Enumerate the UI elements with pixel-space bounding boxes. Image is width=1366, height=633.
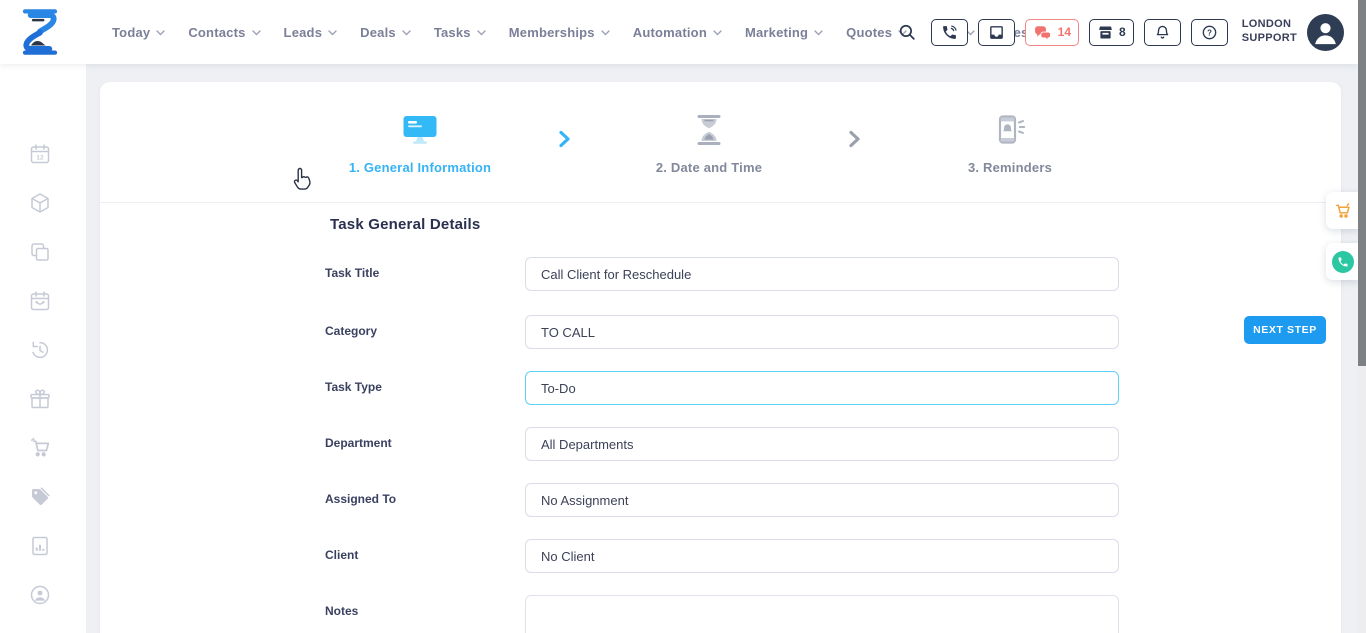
notes-label: Notes bbox=[325, 604, 510, 618]
nav-item-label: Deals bbox=[360, 25, 396, 40]
nav-item-label: Contacts bbox=[188, 25, 245, 40]
task-type-label: Task Type bbox=[325, 380, 510, 394]
calendar-icon[interactable]: 12 bbox=[28, 142, 52, 166]
chevron-right-icon bbox=[848, 130, 862, 148]
phone-icon bbox=[1337, 256, 1349, 268]
green-phone-badge bbox=[1332, 251, 1354, 273]
nav-item-label: Marketing bbox=[745, 25, 808, 40]
wizard-step-label: 2. Date and Time bbox=[599, 160, 819, 175]
nav-item-label: Leads bbox=[284, 25, 323, 40]
notifications-button[interactable] bbox=[1144, 19, 1181, 46]
next-step-button[interactable]: NEXT STEP bbox=[1244, 316, 1326, 344]
task-title-label: Task Title bbox=[325, 266, 510, 280]
inbox-icon bbox=[988, 24, 1005, 41]
store-button[interactable]: 8 bbox=[1089, 19, 1134, 46]
department-label: Department bbox=[325, 436, 510, 450]
user-name-label: LONDON SUPPORT bbox=[1242, 18, 1297, 46]
gift-icon[interactable] bbox=[28, 387, 52, 411]
search-icon bbox=[898, 23, 917, 42]
hourglass-icon bbox=[694, 114, 724, 146]
chevron-down-icon bbox=[713, 30, 722, 36]
help-button[interactable]: ? bbox=[1191, 19, 1228, 46]
floating-cart-button[interactable] bbox=[1326, 192, 1359, 229]
sidebar: 12 bbox=[0, 64, 86, 633]
assigned-to-input[interactable] bbox=[525, 483, 1119, 517]
phone-notification-icon bbox=[993, 114, 1027, 146]
chevron-down-icon bbox=[402, 30, 411, 36]
chevron-down-icon bbox=[601, 30, 610, 36]
nav-item-marketing[interactable]: Marketing bbox=[745, 25, 823, 40]
cart-icon[interactable] bbox=[28, 436, 52, 460]
messages-button[interactable]: 14 bbox=[1025, 19, 1079, 46]
client-label: Client bbox=[325, 548, 510, 562]
chevron-down-icon bbox=[252, 30, 261, 36]
chat-bubbles-icon bbox=[1033, 24, 1053, 41]
wizard-step-label: 1. General Information bbox=[310, 160, 530, 175]
svg-text:12: 12 bbox=[36, 155, 44, 162]
messages-count-badge: 14 bbox=[1058, 25, 1071, 39]
copy-icon[interactable] bbox=[28, 240, 52, 264]
nav-item-label: Today bbox=[112, 25, 150, 40]
store-count-badge: 8 bbox=[1119, 25, 1126, 39]
call-button[interactable] bbox=[931, 19, 968, 46]
monitor-icon bbox=[402, 114, 438, 146]
calendar-task-icon[interactable] bbox=[28, 289, 52, 313]
user-name-line1: LONDON bbox=[1242, 18, 1297, 32]
chevron-down-icon bbox=[156, 30, 165, 36]
nav-item-tasks[interactable]: Tasks bbox=[434, 25, 486, 40]
chevron-down-icon bbox=[477, 30, 486, 36]
category-input[interactable] bbox=[525, 315, 1119, 349]
report-icon[interactable] bbox=[28, 534, 52, 558]
user-badge-icon[interactable] bbox=[28, 583, 52, 607]
nav-item-memberships[interactable]: Memberships bbox=[509, 25, 610, 40]
nav-item-leads[interactable]: Leads bbox=[284, 25, 338, 40]
top-nav-bar: Today Contacts Leads Deals Tasks Members… bbox=[0, 0, 1358, 64]
nav-item-automation[interactable]: Automation bbox=[633, 25, 722, 40]
wizard-step-reminders[interactable]: 3. Reminders bbox=[900, 106, 1120, 175]
search-button[interactable] bbox=[898, 23, 917, 42]
floating-call-button[interactable] bbox=[1326, 243, 1359, 280]
chevron-right-icon bbox=[558, 130, 572, 148]
user-avatar[interactable] bbox=[1307, 14, 1344, 51]
category-label: Category bbox=[325, 324, 510, 338]
wizard-step-label: 3. Reminders bbox=[900, 160, 1120, 175]
phone-volume-icon bbox=[941, 24, 958, 41]
user-name-line2: SUPPORT bbox=[1242, 32, 1297, 46]
nav-item-contacts[interactable]: Contacts bbox=[188, 25, 260, 40]
client-input[interactable] bbox=[525, 539, 1119, 573]
header-actions: 14 8 ? LONDON SUPPORT bbox=[898, 0, 1344, 64]
chevron-down-icon bbox=[814, 30, 823, 36]
nav-item-label: Tasks bbox=[434, 25, 471, 40]
assigned-to-label: Assigned To bbox=[325, 492, 510, 506]
bell-icon bbox=[1154, 24, 1171, 41]
store-icon bbox=[1097, 24, 1114, 41]
form-title: Task General Details bbox=[330, 216, 480, 233]
cart-orange-icon bbox=[1333, 201, 1353, 221]
scrollbar-thumb[interactable] bbox=[1358, 0, 1366, 366]
nav-item-deals[interactable]: Deals bbox=[360, 25, 411, 40]
inbox-button[interactable] bbox=[978, 19, 1015, 46]
chevron-down-icon bbox=[328, 30, 337, 36]
wizard-step-date-and-time[interactable]: 2. Date and Time bbox=[599, 106, 819, 175]
task-type-input[interactable] bbox=[525, 371, 1119, 405]
nav-item-today[interactable]: Today bbox=[112, 25, 165, 40]
main-nav: Today Contacts Leads Deals Tasks Members… bbox=[112, 0, 1028, 64]
svg-text:?: ? bbox=[1207, 28, 1212, 37]
notes-textarea[interactable] bbox=[525, 595, 1119, 633]
history-icon[interactable] bbox=[28, 338, 52, 362]
wizard-steps: 1. General Information 2. Date and Time … bbox=[100, 82, 1341, 203]
wizard-step-general-information[interactable]: 1. General Information bbox=[310, 106, 530, 175]
question-circle-icon: ? bbox=[1201, 24, 1218, 41]
nav-item-label: Automation bbox=[633, 25, 707, 40]
package-icon[interactable] bbox=[28, 191, 52, 215]
task-wizard-card: 1. General Information 2. Date and Time … bbox=[100, 82, 1341, 633]
task-title-input[interactable] bbox=[525, 257, 1119, 291]
brand-hourglass-logo[interactable] bbox=[16, 7, 64, 57]
nav-item-label: Quotes bbox=[846, 25, 892, 40]
department-input[interactable] bbox=[525, 427, 1119, 461]
scrollbar-track[interactable] bbox=[1358, 0, 1366, 633]
person-icon bbox=[1307, 14, 1344, 51]
tags-icon[interactable] bbox=[28, 485, 52, 509]
nav-item-label: Memberships bbox=[509, 25, 595, 40]
